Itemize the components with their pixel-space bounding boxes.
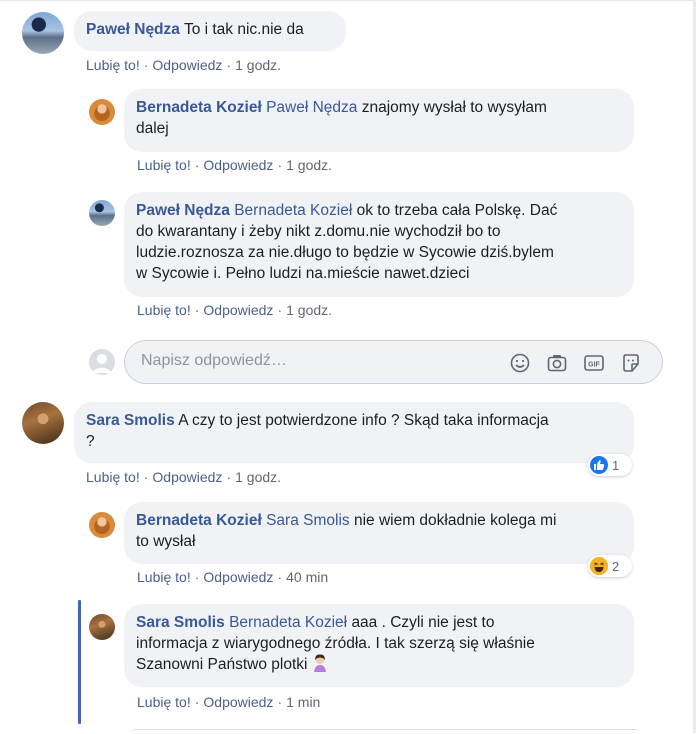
comment-bubble: Sara Smolis Bernadeta Kozieł aaa . Czyli… — [124, 604, 634, 687]
comment-time[interactable]: 1 min — [286, 694, 320, 710]
next-reply-box-edge — [130, 729, 640, 734]
reaction-count: 1 — [612, 457, 620, 473]
comment-text: ? — [86, 433, 95, 450]
woman-shrugging-icon — [313, 654, 326, 672]
comment-author[interactable]: Bernadeta Kozieł — [136, 512, 262, 529]
comment-bubble: Paweł Nędza To i tak nic.nie da — [74, 11, 346, 51]
like-link[interactable]: Lubię to! — [137, 302, 191, 318]
comment-text: do kwarantany i żeby nikt z.domu.nie wyc… — [136, 223, 501, 240]
reply-link[interactable]: Odpowiedz — [203, 157, 273, 173]
comment-actions: Lubię to! · Odpowiedz · 40 min — [137, 569, 329, 585]
comment-actions: Lubię to! · Odpowiedz · 1 godz. — [137, 157, 333, 173]
like-reaction-icon — [590, 456, 608, 474]
comment-text: A czy to jest potwierdzone info ? Skąd t… — [178, 412, 549, 429]
like-link[interactable]: Lubię to! — [137, 569, 191, 585]
comment-time[interactable]: 40 min — [286, 569, 328, 585]
comment-text: Szanowni Państwo plotki — [136, 656, 308, 673]
reaction-count: 2 — [612, 558, 620, 574]
comment-text: to wysłał — [136, 533, 196, 550]
comment-bubble: Bernadeta Kozieł Paweł Nędza znajomy wys… — [124, 89, 634, 152]
comment-actions: Lubię to! · Odpowiedz · 1 godz. — [137, 302, 333, 318]
comment-text: To i tak nic.nie da — [183, 21, 304, 38]
comment-actions: Lubię to! · Odpowiedz · 1 min — [137, 694, 321, 710]
reaction-badge[interactable]: 1 — [588, 454, 632, 476]
avatar[interactable] — [89, 200, 115, 226]
like-link[interactable]: Lubię to! — [86, 57, 140, 73]
comment-text: ludzie.roznosza za nie.długo to będzie w… — [136, 244, 554, 261]
comment-time[interactable]: 1 godz. — [235, 469, 281, 485]
avatar[interactable] — [22, 12, 64, 54]
comment-text: dalej — [136, 120, 169, 137]
reply-link[interactable]: Odpowiedz — [203, 694, 273, 710]
haha-reaction-icon — [590, 557, 608, 575]
comment-bubble: Sara Smolis A czy to jest potwierdzone i… — [74, 402, 634, 463]
svg-text:GIF: GIF — [588, 362, 600, 369]
avatar[interactable] — [89, 99, 115, 125]
reply-link[interactable]: Odpowiedz — [203, 302, 273, 318]
sticker-icon[interactable] — [620, 352, 642, 374]
comment-author[interactable]: Paweł Nędza — [86, 21, 180, 38]
mention-link[interactable]: Sara Smolis — [266, 512, 350, 529]
comment-text: ok to trzeba cała Polskę. Dać — [356, 202, 558, 219]
comment-author[interactable]: Bernadeta Kozieł — [136, 99, 262, 116]
comment-bubble: Bernadeta Kozieł Sara Smolis nie wiem do… — [124, 502, 634, 564]
reply-input[interactable]: Napisz odpowiedź… GIF — [124, 340, 663, 384]
reaction-badge[interactable]: 2 — [588, 555, 632, 577]
reply-link[interactable]: Odpowiedz — [152, 469, 222, 485]
reply-placeholder: Napisz odpowiedź… — [141, 352, 287, 369]
comment-text: aaa . Czyli nie jest to — [351, 614, 495, 631]
comment-author[interactable]: Paweł Nędza — [136, 202, 230, 219]
comment-actions: Lubię to! · Odpowiedz · 1 godz. — [86, 57, 282, 73]
reply-link[interactable]: Odpowiedz — [203, 569, 273, 585]
comment-author[interactable]: Sara Smolis — [136, 614, 225, 631]
like-link[interactable]: Lubię to! — [137, 157, 191, 173]
thread-highlight-bar — [78, 600, 81, 724]
comment-time[interactable]: 1 godz. — [235, 57, 281, 73]
mention-link[interactable]: Paweł Nędza — [266, 99, 357, 116]
comment-text: w Sycowie i. Pełno ludzi na.mieście nawe… — [136, 265, 470, 282]
mention-link[interactable]: Bernadeta Kozieł — [229, 614, 347, 631]
comment-text: znajomy wysłał to wysyłam — [361, 99, 547, 116]
avatar[interactable] — [89, 512, 115, 538]
camera-icon[interactable] — [546, 352, 568, 374]
reply-link[interactable]: Odpowiedz — [152, 57, 222, 73]
comment-actions: Lubię to! · Odpowiedz · 1 godz. — [86, 469, 282, 485]
emoji-icon[interactable] — [509, 352, 531, 374]
gif-icon[interactable]: GIF — [583, 352, 605, 374]
comment-time[interactable]: 1 godz. — [286, 157, 332, 173]
like-link[interactable]: Lubię to! — [137, 694, 191, 710]
mention-link[interactable]: Bernadeta Kozieł — [234, 202, 352, 219]
comment-text: nie wiem dokładnie kolega mi — [353, 512, 557, 529]
comment-author[interactable]: Sara Smolis — [86, 412, 175, 429]
like-link[interactable]: Lubię to! — [86, 469, 140, 485]
comment-time[interactable]: 1 godz. — [286, 302, 332, 318]
comment-bubble: Paweł Nędza Bernadeta Kozieł ok to trzeb… — [124, 192, 634, 297]
avatar[interactable] — [22, 402, 64, 444]
my-avatar — [89, 349, 115, 375]
top-divider — [0, 0, 696, 1]
comment-text: informacja z wiarygodnego źródła. I tak … — [136, 635, 535, 652]
avatar[interactable] — [89, 614, 115, 640]
